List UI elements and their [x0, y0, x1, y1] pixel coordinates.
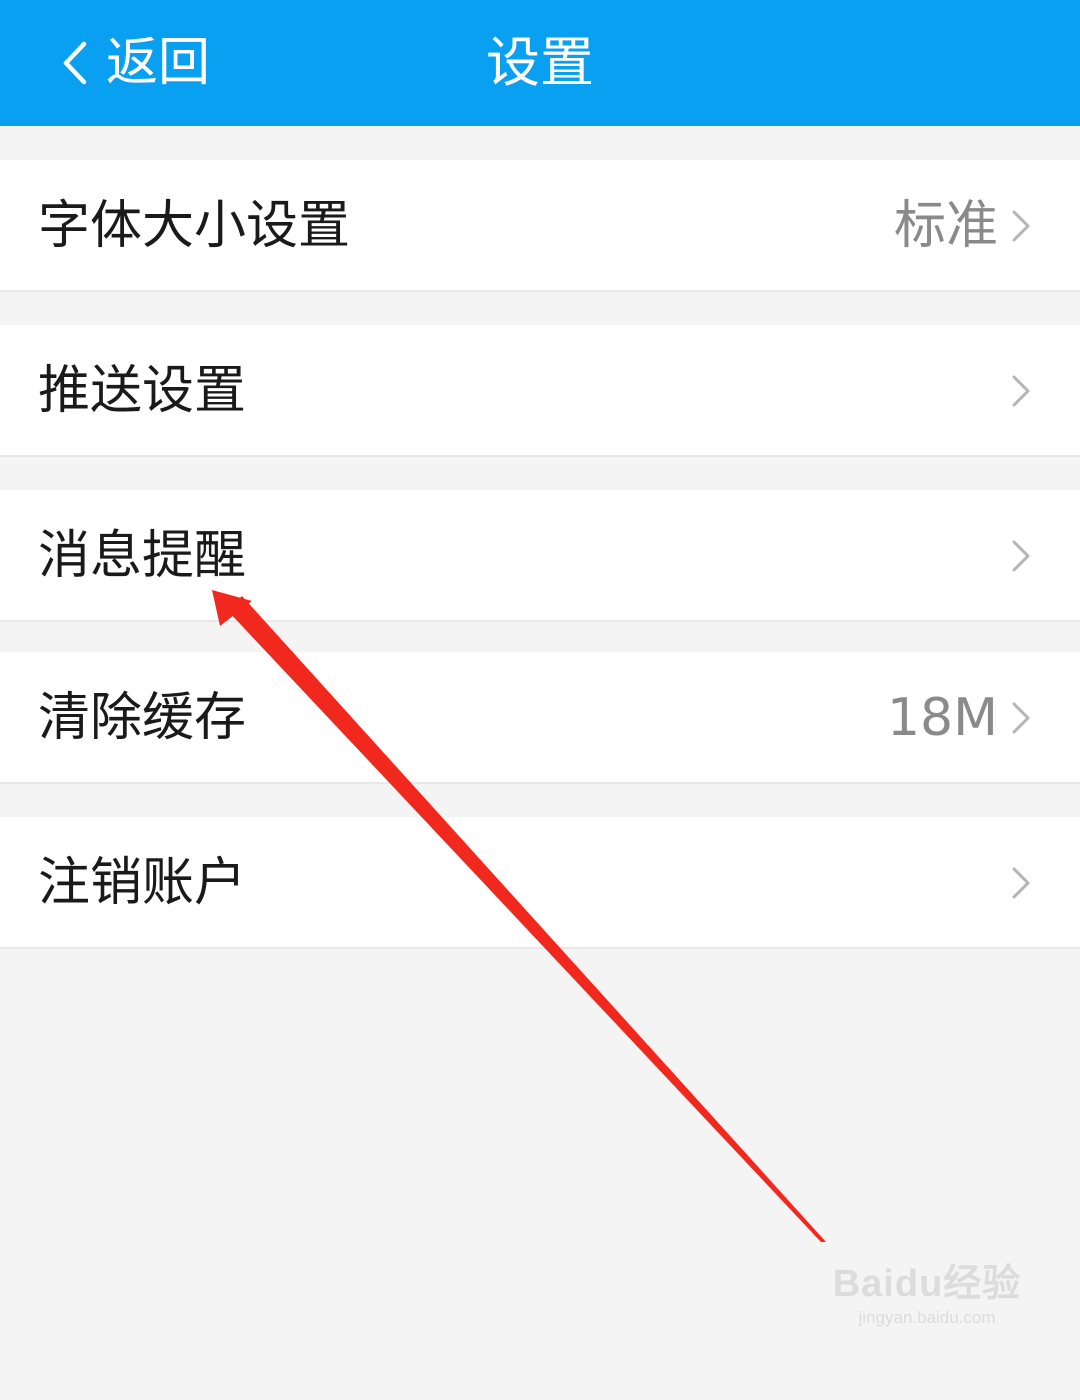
- font-size-value: 标准: [893, 196, 998, 256]
- back-button[interactable]: 返回: [58, 28, 210, 98]
- cache-size-value: 18M: [886, 688, 998, 748]
- chevron-right-icon: [1012, 375, 1030, 407]
- settings-item-font-size[interactable]: 字体大小设置 标准: [0, 160, 1080, 292]
- settings-item-message-reminder[interactable]: 消息提醒: [0, 490, 1080, 622]
- settings-item-label: 推送设置: [38, 361, 247, 421]
- top-navigation-bar: 返回 设置: [0, 0, 1080, 126]
- settings-item-label: 消息提醒: [38, 526, 247, 586]
- settings-item-cancel-account[interactable]: 注销账户: [0, 817, 1080, 949]
- chevron-right-icon: [1012, 702, 1030, 734]
- settings-item-push[interactable]: 推送设置: [0, 325, 1080, 457]
- settings-item-label: 字体大小设置: [38, 196, 351, 256]
- settings-item-label: 注销账户: [38, 853, 247, 913]
- back-label: 返回: [106, 33, 211, 93]
- settings-item-clear-cache[interactable]: 清除缓存 18M: [0, 652, 1080, 784]
- chevron-left-icon: [63, 41, 87, 85]
- chevron-right-icon: [1012, 540, 1030, 572]
- settings-item-label: 清除缓存: [38, 688, 247, 748]
- baidu-jingyan-watermark: Baidu经验 jingyan.baidu.com: [832, 1262, 1022, 1342]
- chevron-right-icon: [1012, 210, 1030, 242]
- chevron-right-icon: [1012, 867, 1030, 899]
- watermark-url: jingyan.baidu.com: [858, 1308, 996, 1327]
- watermark-logo: Baidu经验: [832, 1263, 1022, 1305]
